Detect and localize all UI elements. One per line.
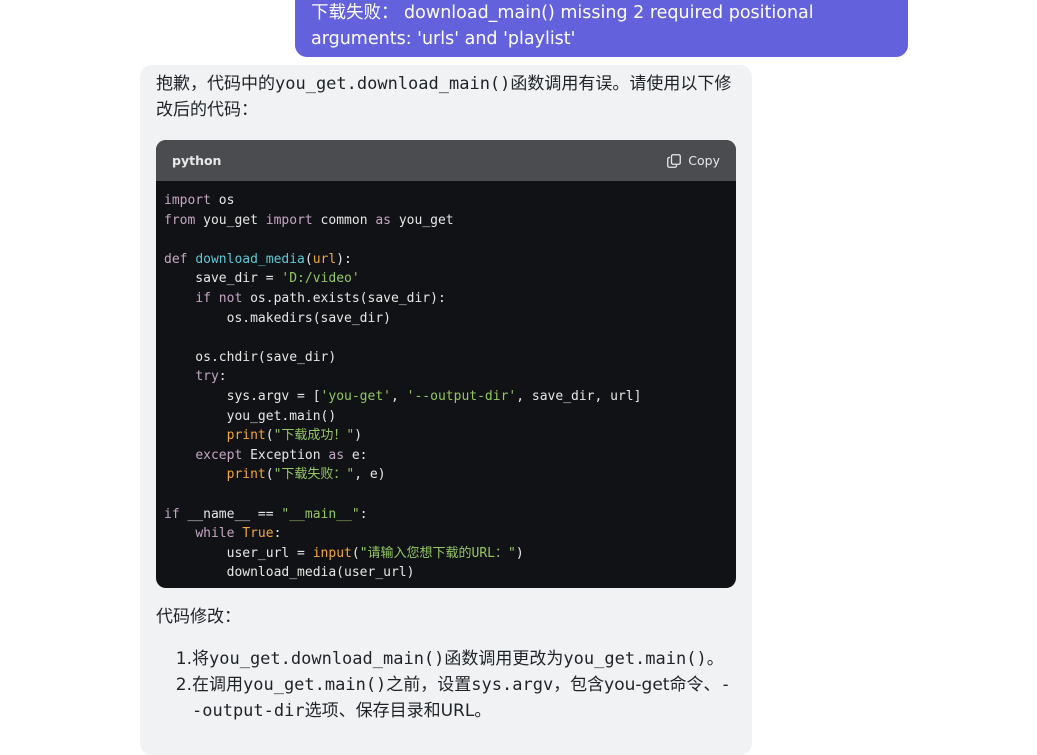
changes-heading: 代码修改：: [156, 607, 241, 627]
code-line: save_dir = 'D:/video': [164, 271, 360, 287]
code-line: you_get.main(): [164, 408, 337, 424]
list-item: 2. 在调用you_get.main()之前，设置sys.argv，包含you-…: [156, 672, 736, 724]
list-item-number: 2.: [175, 675, 192, 695]
code-line: sys.argv = ['you-get', '--output-dir', s…: [164, 388, 642, 404]
code-line: user_url = input("请输入您想下载的URL："): [164, 545, 524, 561]
list-item-text: 将you_get.download_main()函数调用更改为you_get.m…: [192, 649, 724, 669]
copy-label: Copy: [688, 153, 720, 168]
code-line: download_media(user_url): [164, 565, 415, 581]
copy-code-button[interactable]: Copy: [667, 153, 720, 168]
list-item: 1. 将you_get.download_main()函数调用更改为you_ge…: [156, 646, 736, 672]
code-line: print("下载失败：", e): [226, 467, 386, 483]
code-block-header: python Copy: [156, 140, 736, 181]
code-line: from you_get import common as you_get: [164, 212, 454, 228]
code-line: except Exception as e:: [195, 447, 368, 463]
code-line: try:: [195, 369, 227, 385]
changes-list: 1. 将you_get.download_main()函数调用更改为you_ge…: [156, 646, 736, 724]
copy-icon: [667, 153, 682, 168]
user-message-text: 下载失败： download_main() missing 2 required…: [311, 3, 814, 49]
code-line: if not os.path.exists(save_dir):: [195, 290, 446, 306]
code-line: print("下载成功！"): [226, 428, 363, 444]
list-item-text: 在调用you_get.main()之前，设置sys.argv，包含you-get…: [192, 675, 731, 721]
code-line: if __name__ == "__main__":: [164, 506, 368, 522]
code-line: while True:: [195, 526, 282, 542]
user-message-bubble: 下载失败： download_main() missing 2 required…: [295, 0, 908, 57]
code-line: def download_media(url):: [164, 251, 352, 267]
code-block: python Copy import os from you_get impor…: [156, 140, 736, 588]
code-content: import os from you_get import common as …: [156, 181, 736, 588]
code-language-label: python: [172, 153, 222, 168]
code-line: os.chdir(save_dir): [164, 349, 337, 365]
assistant-intro-text: 抱歉，代码中的you_get.download_main()函数调用有误。请使用…: [156, 74, 732, 120]
code-line: import os: [164, 193, 235, 208]
code-line: os.makedirs(save_dir): [164, 310, 391, 326]
list-item-number: 1.: [175, 649, 192, 669]
